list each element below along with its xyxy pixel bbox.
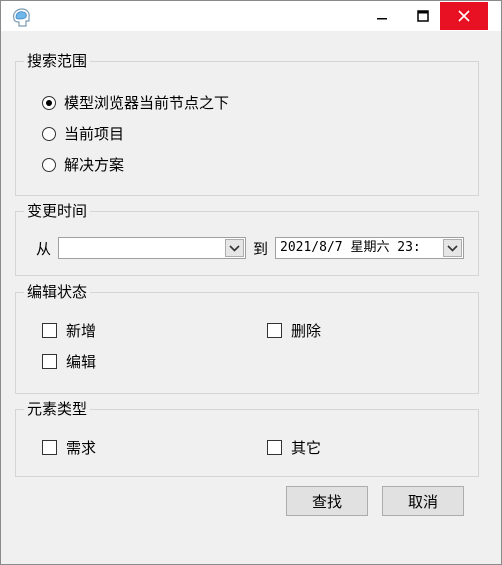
title-bar <box>1 1 501 31</box>
radio-current-node[interactable]: 模型浏览器当前节点之下 <box>42 92 229 113</box>
from-date-combo[interactable] <box>58 237 246 259</box>
search-scope-group: 搜索范围 模型浏览器当前节点之下 当前项目 解决方案 <box>15 51 479 196</box>
edit-state-group: 编辑状态 新增 删除 编辑 <box>15 282 479 394</box>
checkbox-requirement[interactable]: 需求 <box>42 437 96 458</box>
element-type-group: 元素类型 需求 其它 <box>15 399 479 477</box>
to-date-value: 2021/8/7 星期六 23: <box>280 240 421 255</box>
edit-state-title: 编辑状态 <box>24 282 91 302</box>
radio-button-selected[interactable] <box>42 95 56 110</box>
from-label: 从 <box>36 240 52 258</box>
dialog-window: 搜索范围 模型浏览器当前节点之下 当前项目 解决方案 变更时间 从 到 2021… <box>0 0 502 565</box>
radio-button[interactable] <box>42 157 56 172</box>
checkbox-other[interactable]: 其它 <box>267 437 321 458</box>
close-icon <box>458 10 470 22</box>
search-scope-title: 搜索范围 <box>24 51 91 71</box>
close-button[interactable] <box>440 2 488 30</box>
maximize-icon <box>417 10 429 22</box>
chevron-down-icon <box>447 244 458 252</box>
checkbox[interactable] <box>267 323 282 338</box>
find-button[interactable]: 查找 <box>286 486 368 516</box>
checkbox-label: 需求 <box>66 439 97 457</box>
radio-label: 模型浏览器当前节点之下 <box>64 94 230 112</box>
element-type-title: 元素类型 <box>24 399 91 419</box>
to-label: 到 <box>253 240 269 258</box>
checkbox[interactable] <box>267 440 282 455</box>
checkbox-deleted[interactable]: 删除 <box>267 320 321 341</box>
minimize-icon <box>377 18 387 20</box>
change-time-title: 变更时间 <box>24 201 91 221</box>
chevron-down-icon <box>229 244 240 252</box>
checkbox-label: 删除 <box>291 322 322 340</box>
cancel-button[interactable]: 取消 <box>382 486 464 516</box>
radio-current-project[interactable]: 当前项目 <box>42 123 124 144</box>
minimize-button[interactable] <box>366 1 398 31</box>
to-dropdown-button[interactable] <box>443 239 462 257</box>
checkbox-label: 编辑 <box>66 353 97 371</box>
checkbox-label: 其它 <box>291 439 322 457</box>
checkbox-edited[interactable]: 编辑 <box>42 351 96 372</box>
maximize-button[interactable] <box>407 1 439 31</box>
checkbox[interactable] <box>42 440 57 455</box>
radio-label: 当前项目 <box>64 125 125 143</box>
radio-button[interactable] <box>42 126 56 141</box>
checkbox-added[interactable]: 新增 <box>42 320 96 341</box>
checkbox-label: 新增 <box>66 322 97 340</box>
change-time-group: 变更时间 从 到 2021/8/7 星期六 23: <box>15 201 479 276</box>
checkbox[interactable] <box>42 354 57 369</box>
to-date-combo[interactable]: 2021/8/7 星期六 23: <box>275 237 464 259</box>
brain-app-icon <box>10 7 32 29</box>
radio-solution[interactable]: 解决方案 <box>42 154 124 175</box>
checkbox[interactable] <box>42 323 57 338</box>
from-dropdown-button[interactable] <box>225 239 244 257</box>
radio-label: 解决方案 <box>64 156 125 174</box>
